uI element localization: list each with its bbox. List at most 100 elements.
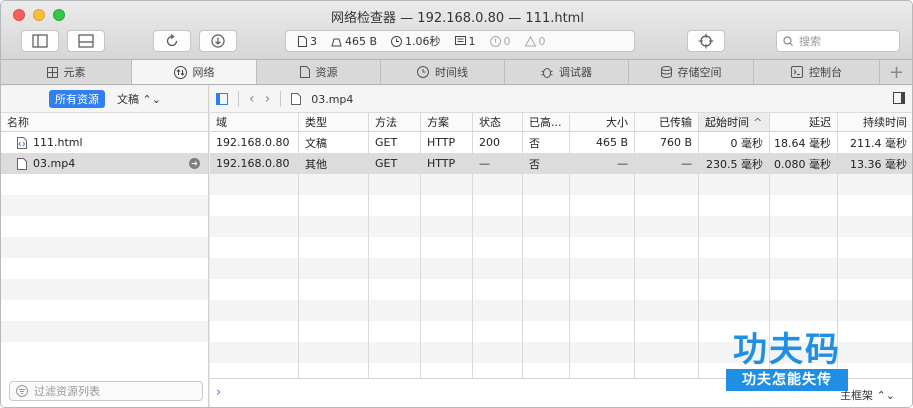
- list-item[interactable]: 03.mp4 ➜: [1, 153, 208, 174]
- empty-cell: [210, 342, 299, 363]
- empty-cell: [299, 258, 369, 279]
- empty-cell: [570, 342, 635, 363]
- tab-network[interactable]: 网络: [132, 60, 257, 84]
- empty-cell: [369, 321, 421, 342]
- request-count-stat[interactable]: 3: [298, 35, 317, 48]
- title-bar: 网络检查器 — 192.168.0.80 — 111.html 3 465 B: [1, 1, 912, 60]
- empty-cell: [838, 279, 912, 300]
- empty-cell: [421, 258, 473, 279]
- empty-cell: [570, 300, 635, 321]
- table-row[interactable]: 192.168.0.80 其他 GET HTTP — 否 — — 230.5 毫…: [210, 153, 912, 174]
- go-to-arrow-icon[interactable]: ➜: [189, 158, 200, 169]
- empty-cell: [523, 174, 570, 195]
- column-header-duration[interactable]: 持续时间: [838, 113, 912, 131]
- filter-type-label: 文稿: [117, 93, 139, 106]
- frame-selector[interactable]: 主框架 ⌃⌄: [840, 387, 895, 403]
- empty-cell: [299, 279, 369, 300]
- empty-cell: [421, 216, 473, 237]
- empty-cell: [473, 195, 523, 216]
- empty-cell: [523, 300, 570, 321]
- weight-icon: [331, 38, 342, 46]
- column-header-method[interactable]: 方法: [369, 113, 421, 131]
- tab-timeline[interactable]: 时间线: [381, 60, 505, 84]
- filter-icon: [16, 385, 28, 397]
- empty-cell: [473, 300, 523, 321]
- inspect-element-button[interactable]: [687, 30, 725, 52]
- warnings-stat[interactable]: 0: [524, 34, 546, 48]
- filter-all-resources[interactable]: 所有资源: [49, 90, 105, 108]
- dock-bottom-button[interactable]: [67, 30, 105, 52]
- column-header-cached[interactable]: 已高...: [523, 113, 570, 131]
- dock-left-button[interactable]: [21, 30, 59, 52]
- empty-cell: [210, 195, 299, 216]
- file-name: 111.html: [33, 136, 83, 149]
- table-cell: 230.5 毫秒: [699, 153, 770, 174]
- tab-debugger[interactable]: 调试器: [505, 60, 629, 84]
- empty-cell: [699, 237, 770, 258]
- empty-cell: [473, 321, 523, 342]
- load-time-stat[interactable]: 1.06秒: [391, 33, 441, 49]
- empty-cell: [473, 174, 523, 195]
- empty-cell: [699, 216, 770, 237]
- empty-cell: [369, 342, 421, 363]
- empty-cell: [523, 279, 570, 300]
- empty-row: [1, 258, 208, 279]
- tab-resources[interactable]: 资源: [257, 60, 381, 84]
- search-field[interactable]: 搜索: [776, 30, 900, 52]
- name-column-header[interactable]: 名称: [1, 113, 208, 132]
- console-icon: [791, 66, 803, 78]
- list-item[interactable]: 111.html: [1, 132, 208, 153]
- table-cell: HTTP: [421, 132, 473, 153]
- empty-cell: [421, 321, 473, 342]
- tab-elements[interactable]: 元素: [1, 60, 132, 84]
- table-cell: 211.4 毫秒: [850, 136, 907, 150]
- toggle-sidebar-icon[interactable]: [216, 93, 228, 105]
- download-button[interactable]: [199, 30, 237, 52]
- table-row[interactable]: 192.168.0.80 文稿 GET HTTP 200 否 465 B 760…: [210, 132, 912, 153]
- column-header-scheme[interactable]: 方案: [421, 113, 473, 131]
- tab-label: 控制台: [809, 66, 842, 79]
- resource-filter-input[interactable]: 过滤资源列表: [9, 381, 203, 401]
- document-icon: [298, 35, 307, 47]
- empty-cell: [770, 237, 838, 258]
- debugger-icon: [541, 68, 553, 78]
- size-stat[interactable]: 465 B: [331, 35, 377, 48]
- toggle-details-icon[interactable]: [893, 92, 905, 104]
- tab-label: 时间线: [435, 66, 468, 79]
- table-cell: 200: [473, 132, 523, 153]
- empty-cell: [369, 174, 421, 195]
- empty-cell: [570, 237, 635, 258]
- empty-cell: [299, 174, 369, 195]
- column-header-start-time[interactable]: 起始时间 ^: [699, 113, 770, 131]
- empty-row: [210, 216, 912, 237]
- column-header-transferred[interactable]: 已传输: [635, 113, 699, 131]
- filter-type-select[interactable]: 文稿 ⌃⌄: [117, 91, 161, 107]
- column-header-status[interactable]: 状态: [473, 113, 523, 131]
- table-cell: 0 毫秒: [699, 132, 770, 153]
- forward-arrow-icon[interactable]: ›: [265, 91, 271, 107]
- back-arrow-icon[interactable]: ‹: [249, 91, 255, 107]
- timeline-icon: [417, 66, 429, 78]
- tab-console[interactable]: 控制台: [754, 60, 880, 84]
- column-header-latency[interactable]: 延迟: [770, 113, 838, 131]
- plus-icon: +: [888, 61, 905, 83]
- empty-cell: [299, 195, 369, 216]
- empty-cell: [369, 300, 421, 321]
- tab-storage[interactable]: 存储空间: [629, 60, 754, 84]
- warning-count: 0: [538, 34, 546, 48]
- column-header-type[interactable]: 类型: [299, 113, 369, 131]
- empty-row: [1, 342, 208, 363]
- reload-button[interactable]: [153, 30, 191, 52]
- start-time-label: 起始时间: [705, 116, 749, 129]
- empty-cell: [635, 195, 699, 216]
- errors-stat[interactable]: 0: [489, 35, 511, 48]
- empty-cell: [523, 237, 570, 258]
- messages-stat[interactable]: 1: [454, 35, 476, 48]
- empty-cell: [635, 342, 699, 363]
- empty-cell: [838, 321, 912, 342]
- column-header-domain[interactable]: 域: [210, 113, 299, 131]
- column-header-size[interactable]: 大小: [570, 113, 635, 131]
- breadcrumb-item[interactable]: 03.mp4: [311, 93, 353, 106]
- add-tab-button[interactable]: +: [880, 60, 912, 84]
- empty-cell: [421, 237, 473, 258]
